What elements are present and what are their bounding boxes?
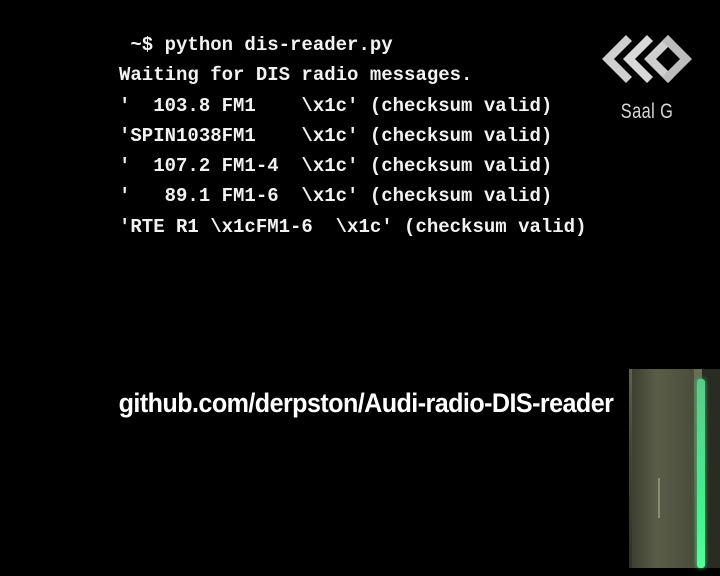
watermark-label: Saal G bbox=[620, 100, 674, 123]
terminal-output-line: 'SPIN1038FM1 \x1c' (checksum valid) bbox=[119, 124, 553, 147]
inset-video bbox=[629, 369, 720, 568]
room-watermark: Saal G bbox=[596, 26, 698, 130]
terminal-output-line: ' 107.2 FM1-4 \x1c' (checksum valid) bbox=[119, 155, 553, 178]
ccc-logo-icon bbox=[602, 35, 692, 83]
inset-video-detail bbox=[658, 478, 660, 518]
terminal-output: ~$ python dis-reader.py Waiting for DIS … bbox=[119, 30, 586, 242]
terminal-output-line: 'RTE R1 \x1cFM1-6 \x1c' (checksum valid) bbox=[119, 215, 587, 238]
terminal-output-line: ' 89.1 FM1-6 \x1c' (checksum valid) bbox=[119, 185, 553, 208]
video-frame: ~$ python dis-reader.py Waiting for DIS … bbox=[0, 0, 720, 576]
inset-video-glow bbox=[697, 379, 705, 568]
terminal-command-line: ~$ python dis-reader.py bbox=[119, 34, 393, 56]
inset-video-panel bbox=[632, 369, 694, 568]
terminal-output-line: Waiting for DIS radio messages. bbox=[119, 64, 473, 87]
repository-url-caption: github.com/derpston/Audi-radio-DIS-reade… bbox=[118, 388, 614, 418]
terminal-output-line: ' 103.8 FM1 \x1c' (checksum valid) bbox=[119, 94, 553, 117]
